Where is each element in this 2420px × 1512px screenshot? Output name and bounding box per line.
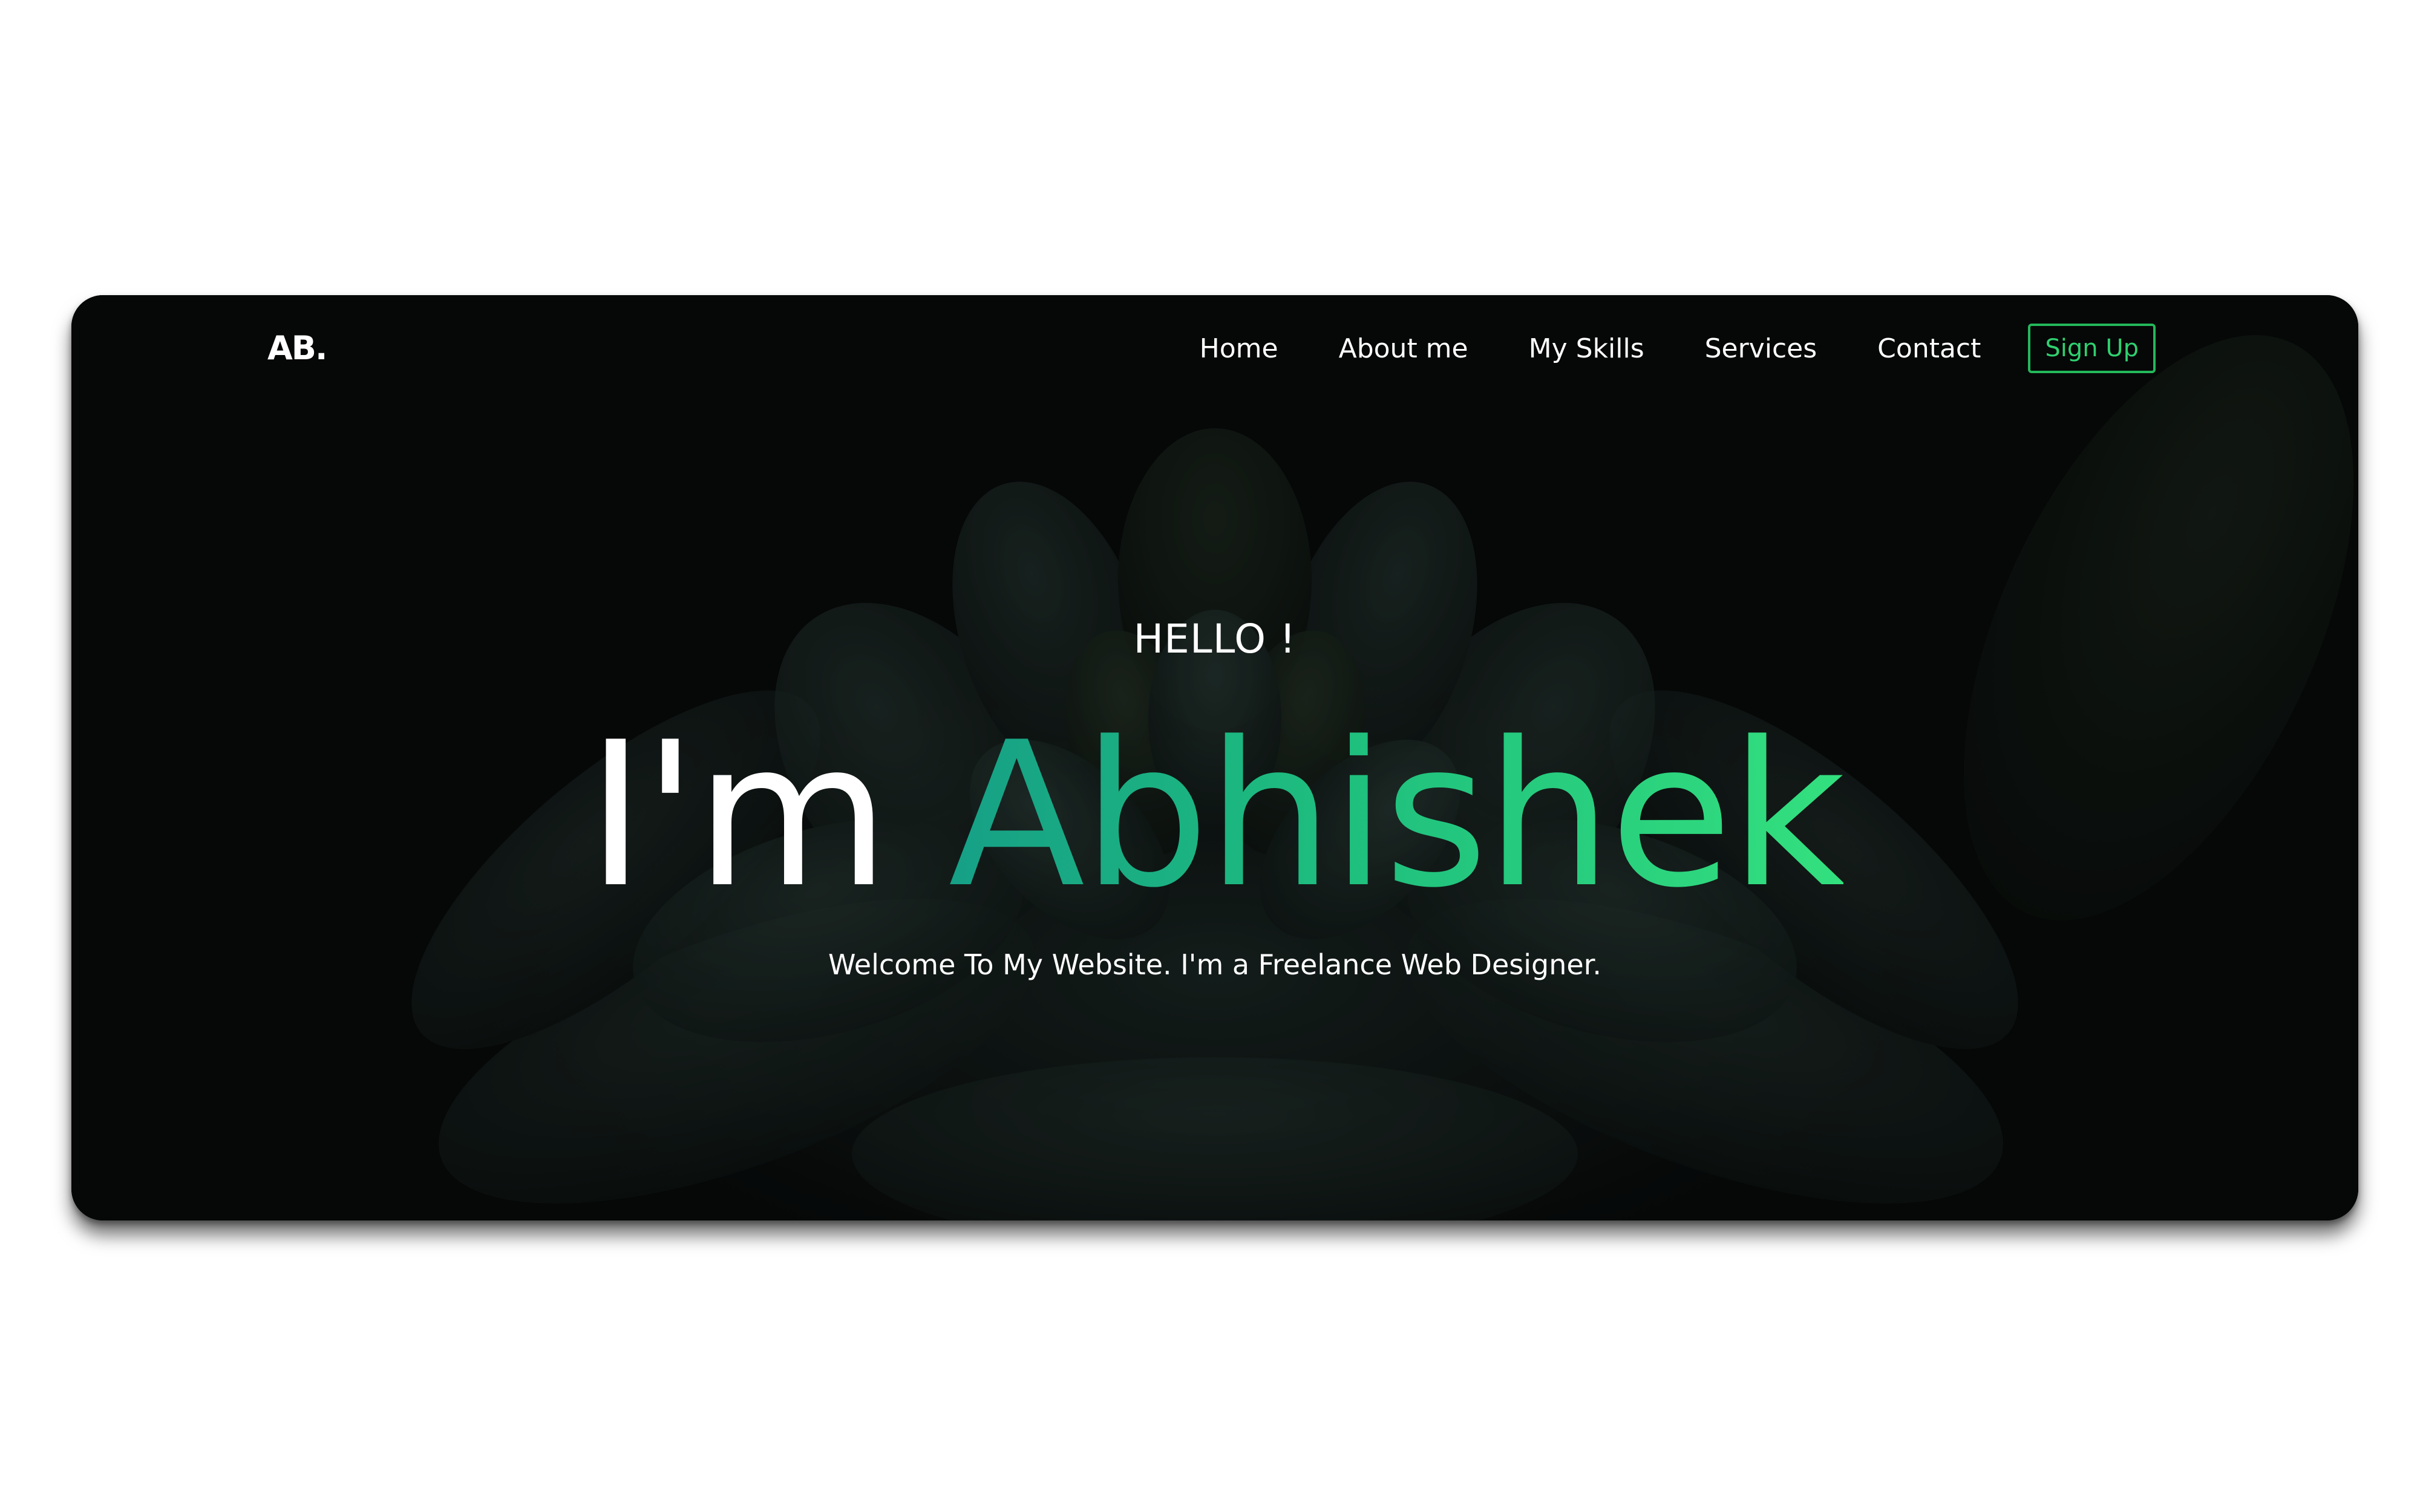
headline-prefix: I'm [586,699,949,931]
hero-card: AB. Home About me My Skills Services Con… [71,295,2358,1220]
brand-logo[interactable]: AB. [267,324,327,373]
nav-link-home[interactable]: Home [1200,333,1278,364]
nav-link-about[interactable]: About me [1339,333,1468,364]
nav-link-skills[interactable]: My Skills [1529,333,1644,364]
hero-tagline: Welcome To My Website. I'm a Freelance W… [828,948,1601,981]
main-nav: Home About me My Skills Services Contact… [1200,318,2156,379]
hero-greeting: HELLO ! [1133,616,1297,662]
sign-up-button[interactable]: Sign Up [2028,324,2156,373]
hero-headline: I'm Abhishek [71,706,2358,924]
headline-name: Abhishek [948,699,1846,931]
nav-link-services[interactable]: Services [1705,333,1817,364]
nav-link-contact[interactable]: Contact [1877,333,1981,364]
